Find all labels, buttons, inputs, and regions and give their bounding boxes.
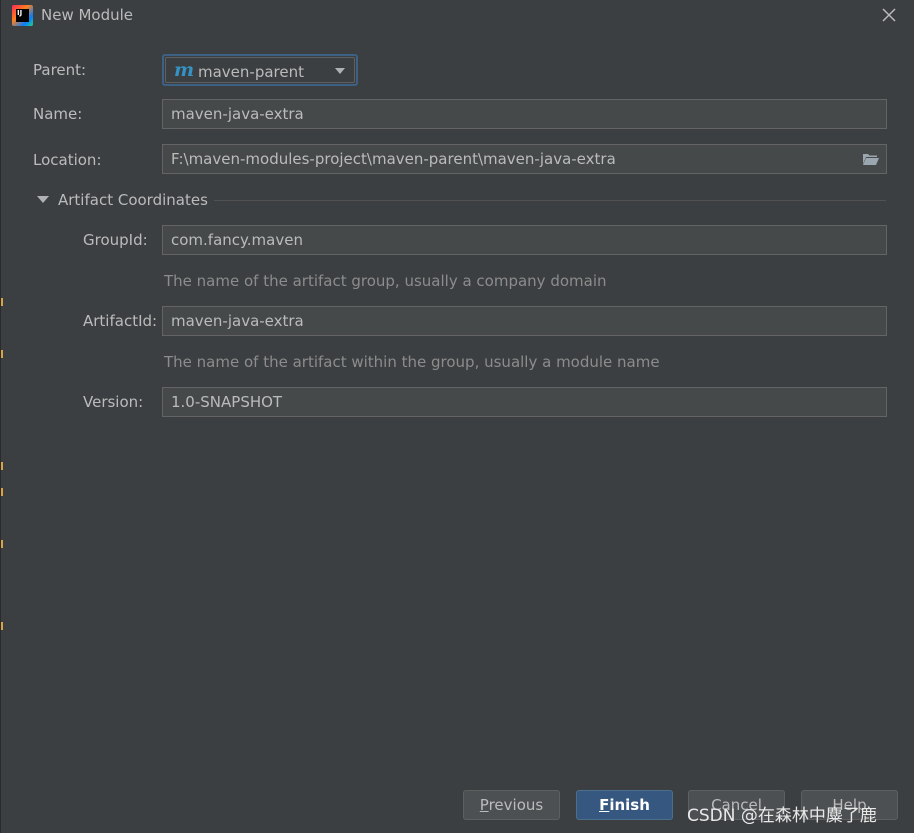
finish-label: inish — [609, 796, 650, 814]
expand-toggle-icon[interactable] — [37, 196, 49, 203]
background-edge-marker — [1, 622, 3, 630]
dialog-title: New Module — [41, 6, 134, 24]
title-bar: IJ New Module — [1, 0, 914, 32]
close-icon — [882, 8, 896, 22]
finish-button[interactable]: Finish — [576, 790, 673, 820]
background-edge-marker — [1, 462, 3, 470]
location-value: F:\maven-modules-project\maven-parent\ma… — [171, 150, 616, 168]
artifactid-input[interactable]: maven-java-extra — [162, 306, 887, 336]
app-icon-text: IJ — [17, 9, 23, 17]
background-edge-marker — [1, 298, 3, 306]
maven-m-icon: m — [174, 59, 195, 81]
version-input[interactable]: 1.0-SNAPSHOT — [162, 387, 887, 417]
background-edge-marker — [1, 540, 3, 548]
new-module-dialog: IJ New Module Parent: m maven-parent Nam… — [0, 0, 914, 833]
name-input[interactable]: maven-java-extra — [162, 99, 887, 129]
previous-label: revious — [488, 796, 544, 814]
previous-button[interactable]: Previous — [463, 790, 560, 820]
previous-mnemonic: P — [479, 796, 489, 814]
groupid-label: GroupId: — [83, 231, 148, 249]
intellij-idea-icon: IJ — [12, 5, 33, 26]
groupid-input[interactable]: com.fancy.maven — [162, 225, 887, 255]
version-label: Version: — [83, 393, 144, 411]
groupid-hint: The name of the artifact group, usually … — [164, 272, 607, 290]
parent-dropdown[interactable]: m maven-parent — [162, 54, 358, 86]
artifactid-label: ArtifactId: — [83, 312, 158, 330]
location-input[interactable]: F:\maven-modules-project\maven-parent\ma… — [162, 144, 887, 174]
name-label: Name: — [33, 105, 83, 123]
close-button[interactable] — [879, 5, 899, 25]
finish-mnemonic: F — [599, 796, 610, 814]
csdn-watermark: CSDN @在森林中麋了鹿 — [687, 806, 877, 826]
folder-icon[interactable] — [862, 152, 880, 166]
parent-label: Parent: — [33, 61, 87, 79]
chevron-down-icon — [335, 68, 345, 74]
background-edge-marker — [1, 488, 3, 496]
section-divider — [214, 200, 886, 201]
parent-value: maven-parent — [198, 63, 304, 81]
location-label: Location: — [33, 151, 102, 169]
artifact-coordinates-heading[interactable]: Artifact Coordinates — [58, 191, 208, 209]
background-edge-marker — [1, 350, 3, 358]
artifactid-hint: The name of the artifact within the grou… — [164, 353, 660, 371]
